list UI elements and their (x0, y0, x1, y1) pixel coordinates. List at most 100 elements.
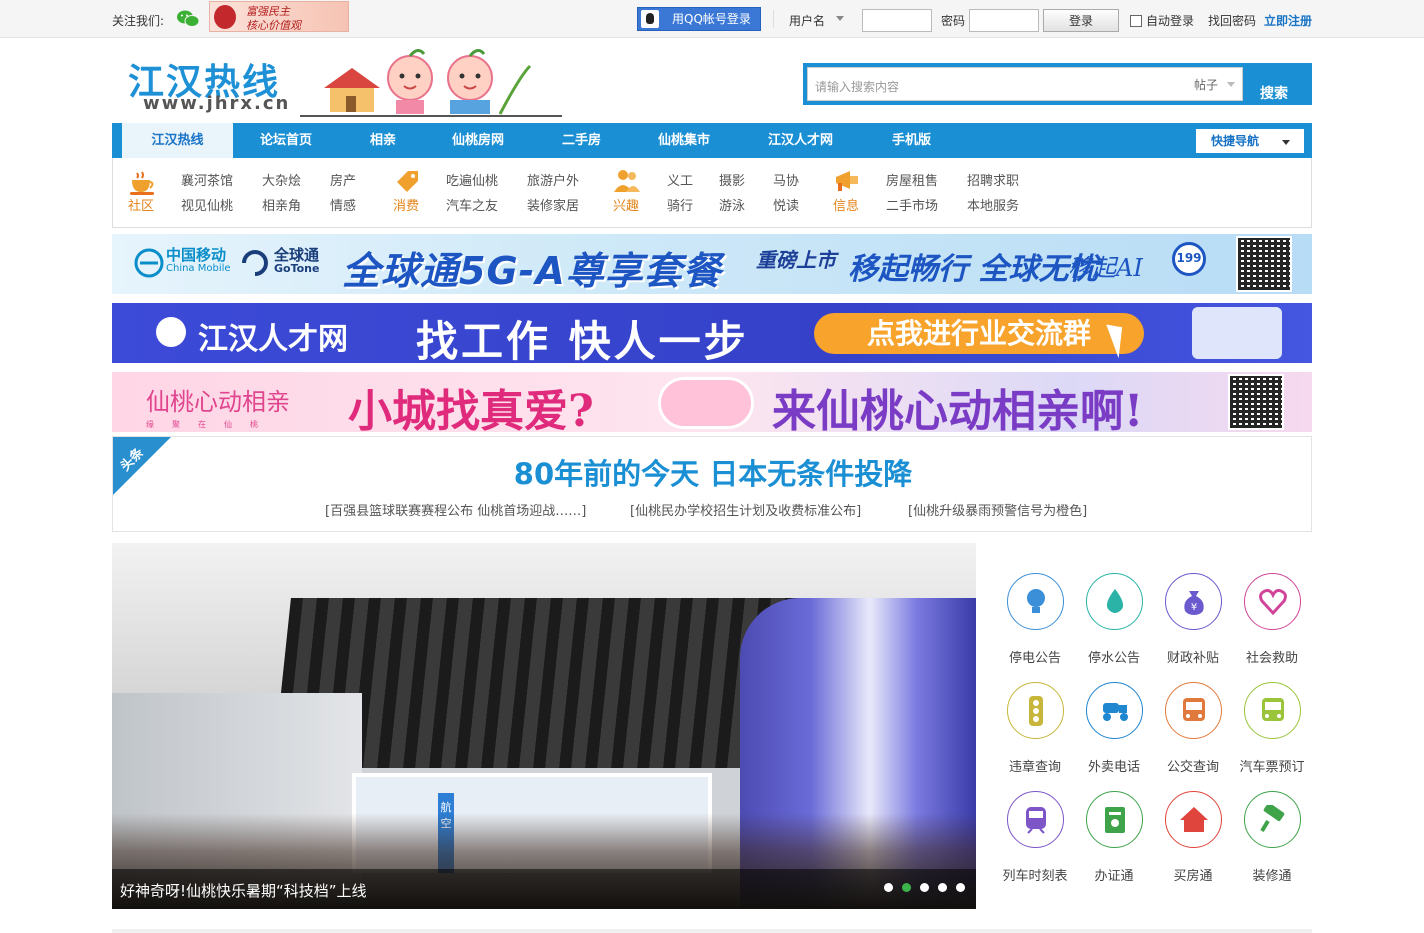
service-decoration[interactable]: 装修通 (1232, 791, 1312, 884)
nav-item-secondhand-house[interactable]: 二手房 (562, 123, 601, 158)
core-values-banner[interactable]: 富强民主 核心价值观 (209, 1, 349, 32)
subnav-link[interactable]: 大杂烩 (262, 170, 301, 189)
service-circle[interactable] (1006, 791, 1064, 848)
service-circle[interactable] (1243, 573, 1301, 630)
service-bus[interactable]: 公交查询 (1153, 682, 1233, 775)
banner2-join-group-button[interactable]: 点我进行业交流群 (814, 313, 1144, 354)
headline-title[interactable]: 80年前的今天 日本无条件投降 (113, 451, 1313, 493)
nav-item-house[interactable]: 仙桃房网 (452, 123, 504, 158)
service-traffic-violation[interactable]: 违章查询 (995, 682, 1075, 775)
service-circle[interactable] (1085, 682, 1143, 739)
username-input[interactable] (862, 9, 932, 32)
subnav-link[interactable]: 情感 (330, 195, 356, 214)
service-label[interactable]: 外卖电话 (1074, 756, 1154, 775)
checkbox-icon[interactable] (1130, 15, 1142, 27)
slider-dot[interactable] (956, 883, 965, 892)
slider-dot[interactable] (920, 883, 929, 892)
service-circle[interactable]: ¥ (1164, 573, 1222, 630)
service-social-aid[interactable]: 社会救助 (1232, 573, 1312, 666)
subnav-link[interactable]: 骑行 (667, 195, 693, 214)
service-power-outage[interactable]: 停电公告 (995, 573, 1075, 666)
service-label[interactable]: 买房通 (1153, 865, 1233, 884)
register-link[interactable]: 立即注册 (1264, 12, 1312, 29)
service-water-outage[interactable]: 停水公告 (1074, 573, 1154, 666)
nav-item-jhrx[interactable]: 江汉热线 (122, 123, 233, 158)
service-circle[interactable] (1243, 682, 1301, 739)
subnav-category-consume[interactable]: 消费 (393, 195, 419, 214)
subnav-link[interactable]: 襄河茶馆 (181, 170, 233, 189)
subnav-link[interactable]: 马协 (773, 170, 799, 189)
banner-jianghan-jobs[interactable]: 江汉人才网 找工作 快人一步 点我进行业交流群 (112, 303, 1312, 363)
qq-login-button[interactable]: 用QQ帐号登录 (637, 7, 761, 31)
service-label[interactable]: 公交查询 (1153, 756, 1233, 775)
subnav-category-info[interactable]: 信息 (833, 195, 859, 214)
slide-caption[interactable]: 好神奇呀!仙桃快乐暑期“科技档”上线 (120, 880, 367, 901)
subnav-category-community[interactable]: 社区 (128, 195, 154, 214)
subnav-category-interest[interactable]: 兴趣 (613, 195, 639, 214)
wechat-icon[interactable] (176, 10, 200, 28)
nav-item-jobs[interactable]: 江汉人才网 (768, 123, 833, 158)
service-circle[interactable] (1085, 573, 1143, 630)
subnav-link[interactable]: 悦读 (773, 195, 799, 214)
service-label[interactable]: 汽车票预订 (1232, 756, 1312, 775)
subnav-link[interactable]: 旅游户外 (527, 170, 579, 189)
service-subsidy[interactable]: ¥ 财政补贴 (1153, 573, 1233, 666)
nav-item-market[interactable]: 仙桃集市 (658, 123, 710, 158)
service-coach-ticket[interactable]: 汽车票预订 (1232, 682, 1312, 775)
auto-login-checkbox[interactable]: 自动登录 (1130, 12, 1194, 29)
service-label[interactable]: 停电公告 (995, 647, 1075, 666)
nav-item-mobile[interactable]: 手机版 (892, 123, 931, 158)
service-circle[interactable] (1006, 573, 1064, 630)
username-type-dropdown[interactable] (836, 16, 844, 21)
password-input[interactable] (969, 9, 1039, 32)
nav-item-forum[interactable]: 论坛首页 (260, 123, 312, 158)
service-label[interactable]: 社会救助 (1232, 647, 1312, 666)
service-label[interactable]: 装修通 (1232, 865, 1312, 884)
nav-item-dating[interactable]: 相亲 (370, 123, 396, 158)
slider-dot-active[interactable] (902, 883, 911, 892)
subnav-link[interactable]: 二手市场 (886, 195, 938, 214)
subnav-link[interactable]: 义工 (667, 170, 693, 189)
subnav-link[interactable]: 相亲角 (262, 195, 301, 214)
banner-xiantao-dating[interactable]: 仙桃心动相亲 缘聚在仙桃 小城找真爱? 来仙桃心动相亲啊! (112, 372, 1312, 432)
subnav-link[interactable]: 房产 (330, 170, 356, 189)
service-circle[interactable] (1164, 791, 1222, 848)
slider-dot[interactable] (884, 883, 893, 892)
search-type-select[interactable]: 帖子 (1194, 76, 1218, 93)
service-house-buying[interactable]: 买房通 (1153, 791, 1233, 884)
service-label[interactable]: 列车时刻表 (995, 865, 1075, 884)
service-takeout[interactable]: 外卖电话 (1074, 682, 1154, 775)
headline-sub-link[interactable]: [百强县篮球联赛赛程公布 仙桃首场迎战……] (325, 500, 586, 519)
headline-sub-link[interactable]: [仙桃升级暴雨预警信号为橙色] (908, 500, 1087, 519)
service-circle[interactable] (1085, 791, 1143, 848)
service-label[interactable]: 办证通 (1074, 865, 1154, 884)
find-password-link[interactable]: 找回密码 (1208, 12, 1256, 29)
service-label[interactable]: 停水公告 (1074, 647, 1154, 666)
subnav-link[interactable]: 摄影 (719, 170, 745, 189)
headline-sub-link[interactable]: [仙桃民办学校招生计划及收费标准公布] (630, 500, 861, 519)
service-circle[interactable] (1243, 791, 1301, 848)
news-slider[interactable]: 航空 好神奇呀!仙桃快乐暑期“科技档”上线 (112, 543, 976, 909)
service-circle[interactable] (1006, 682, 1064, 739)
quick-nav-dropdown[interactable]: 快捷导航 (1196, 129, 1304, 153)
search-input[interactable]: 请输入搜索内容 (807, 67, 1243, 101)
slider-dot[interactable] (938, 883, 947, 892)
service-train-timetable[interactable]: 列车时刻表 (995, 791, 1075, 884)
subnav-link[interactable]: 房屋租售 (886, 170, 938, 189)
service-label[interactable]: 财政补贴 (1153, 647, 1233, 666)
subnav-link[interactable]: 游泳 (719, 195, 745, 214)
subnav-link[interactable]: 招聘求职 (967, 170, 1019, 189)
subnav-link[interactable]: 汽车之友 (446, 195, 498, 214)
service-certificate[interactable]: 办证通 (1074, 791, 1154, 884)
search-button[interactable]: 搜索 (1260, 83, 1288, 103)
chevron-down-icon[interactable] (1227, 82, 1235, 87)
subnav-link[interactable]: 视见仙桃 (181, 195, 233, 214)
subnav-link[interactable]: 吃遍仙桃 (446, 170, 498, 189)
slide-caption-bar[interactable]: 好神奇呀!仙桃快乐暑期“科技档”上线 (112, 869, 976, 909)
subnav-link[interactable]: 本地服务 (967, 195, 1019, 214)
service-label[interactable]: 违章查询 (995, 756, 1075, 775)
subnav-link[interactable]: 装修家居 (527, 195, 579, 214)
service-circle[interactable] (1164, 682, 1222, 739)
login-button[interactable]: 登录 (1043, 9, 1119, 32)
banner-china-mobile[interactable]: 中国移动 China Mobile 全球通 GoTone 全球通5G-A尊享套餐 重… (112, 234, 1312, 294)
